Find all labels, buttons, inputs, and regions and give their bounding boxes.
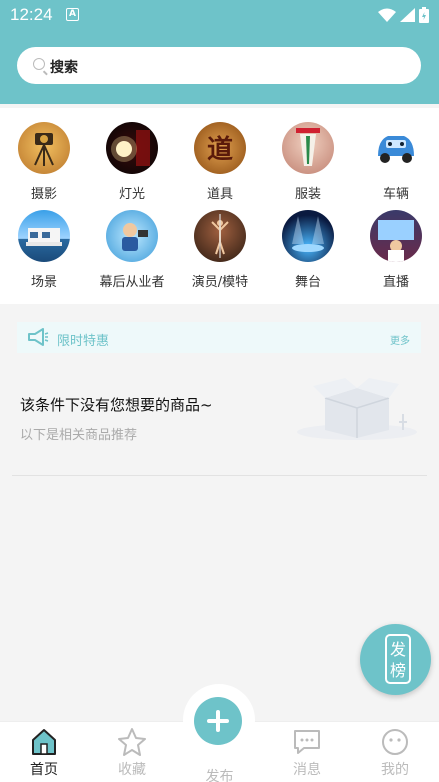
costume-icon: [282, 122, 334, 174]
prop-icon: 道: [194, 122, 246, 174]
status-time: 12:24: [10, 5, 53, 24]
star-icon: [102, 726, 162, 758]
plus-icon: [194, 697, 242, 745]
message-icon: [277, 726, 337, 758]
prop-char: 道: [207, 134, 233, 165]
actor-icon: [194, 210, 246, 262]
category-grid: 摄影 灯光 道 道具 服装 车辆 场景 幕后从业者 演员/模特 舞台 直播: [0, 108, 439, 304]
category-label: 服装: [294, 187, 321, 202]
ranking-label: 发 榜: [385, 634, 411, 684]
battery-icon: [419, 7, 429, 23]
category-label: 场景: [30, 275, 57, 290]
ranking-button[interactable]: 发 榜: [360, 624, 431, 695]
search-icon: [33, 58, 45, 70]
category-label: 灯光: [118, 187, 145, 202]
empty-subtitle: 以下是相关商品推荐: [20, 428, 138, 443]
scene-icon: [18, 210, 70, 262]
category-label: 直播: [382, 275, 409, 290]
publish-button[interactable]: [183, 684, 255, 756]
category-photography[interactable]: 摄影: [4, 122, 84, 202]
light-icon: [106, 122, 158, 174]
profile-face-icon: [365, 726, 425, 758]
status-bar: 12:24 A: [0, 0, 439, 30]
category-props[interactable]: 道 道具: [180, 122, 260, 202]
promo-more-link[interactable]: 更多: [390, 332, 410, 347]
category-live[interactable]: 直播: [356, 210, 436, 290]
category-label: 摄影: [30, 187, 57, 202]
category-vehicle[interactable]: 车辆: [356, 122, 436, 202]
category-label: 演员/模特: [191, 275, 249, 290]
category-stage[interactable]: 舞台: [268, 210, 348, 290]
category-actor[interactable]: 演员/模特: [180, 210, 260, 290]
live-icon: [370, 210, 422, 262]
home-icon: [14, 726, 74, 758]
promo-title: 限时特惠: [57, 334, 110, 349]
notification-a-icon: A: [66, 8, 79, 21]
status-icons: [378, 7, 429, 23]
category-lighting[interactable]: 灯光: [92, 122, 172, 202]
category-label: 幕后从业者: [99, 275, 165, 290]
search-input[interactable]: 搜索: [17, 47, 421, 84]
category-scene[interactable]: 场景: [4, 210, 84, 290]
category-label: 道具: [206, 187, 233, 202]
divider: [12, 475, 427, 476]
category-label: 车辆: [382, 187, 409, 202]
category-crew[interactable]: 幕后从业者: [92, 210, 172, 290]
ranking-char: 榜: [389, 661, 406, 680]
category-costume[interactable]: 服装: [268, 122, 348, 202]
empty-message: 该条件下没有您想要的商品~: [20, 396, 213, 414]
category-label: 舞台: [294, 275, 321, 290]
search-placeholder: 搜索: [50, 60, 78, 76]
crew-icon: [106, 210, 158, 262]
empty-box-icon: [297, 378, 417, 440]
car-icon: [370, 122, 422, 174]
nav-publish-label: 发布: [205, 769, 234, 782]
signal-icon: [400, 8, 415, 22]
stage-icon: [282, 210, 334, 262]
promo-bar[interactable]: 限时特惠 更多: [17, 322, 421, 353]
ranking-char: 发: [389, 640, 406, 659]
megaphone-icon: [28, 328, 49, 346]
header: 12:24 A 搜索: [0, 0, 439, 104]
camera-icon: [18, 122, 70, 174]
wifi-icon: [378, 8, 396, 22]
